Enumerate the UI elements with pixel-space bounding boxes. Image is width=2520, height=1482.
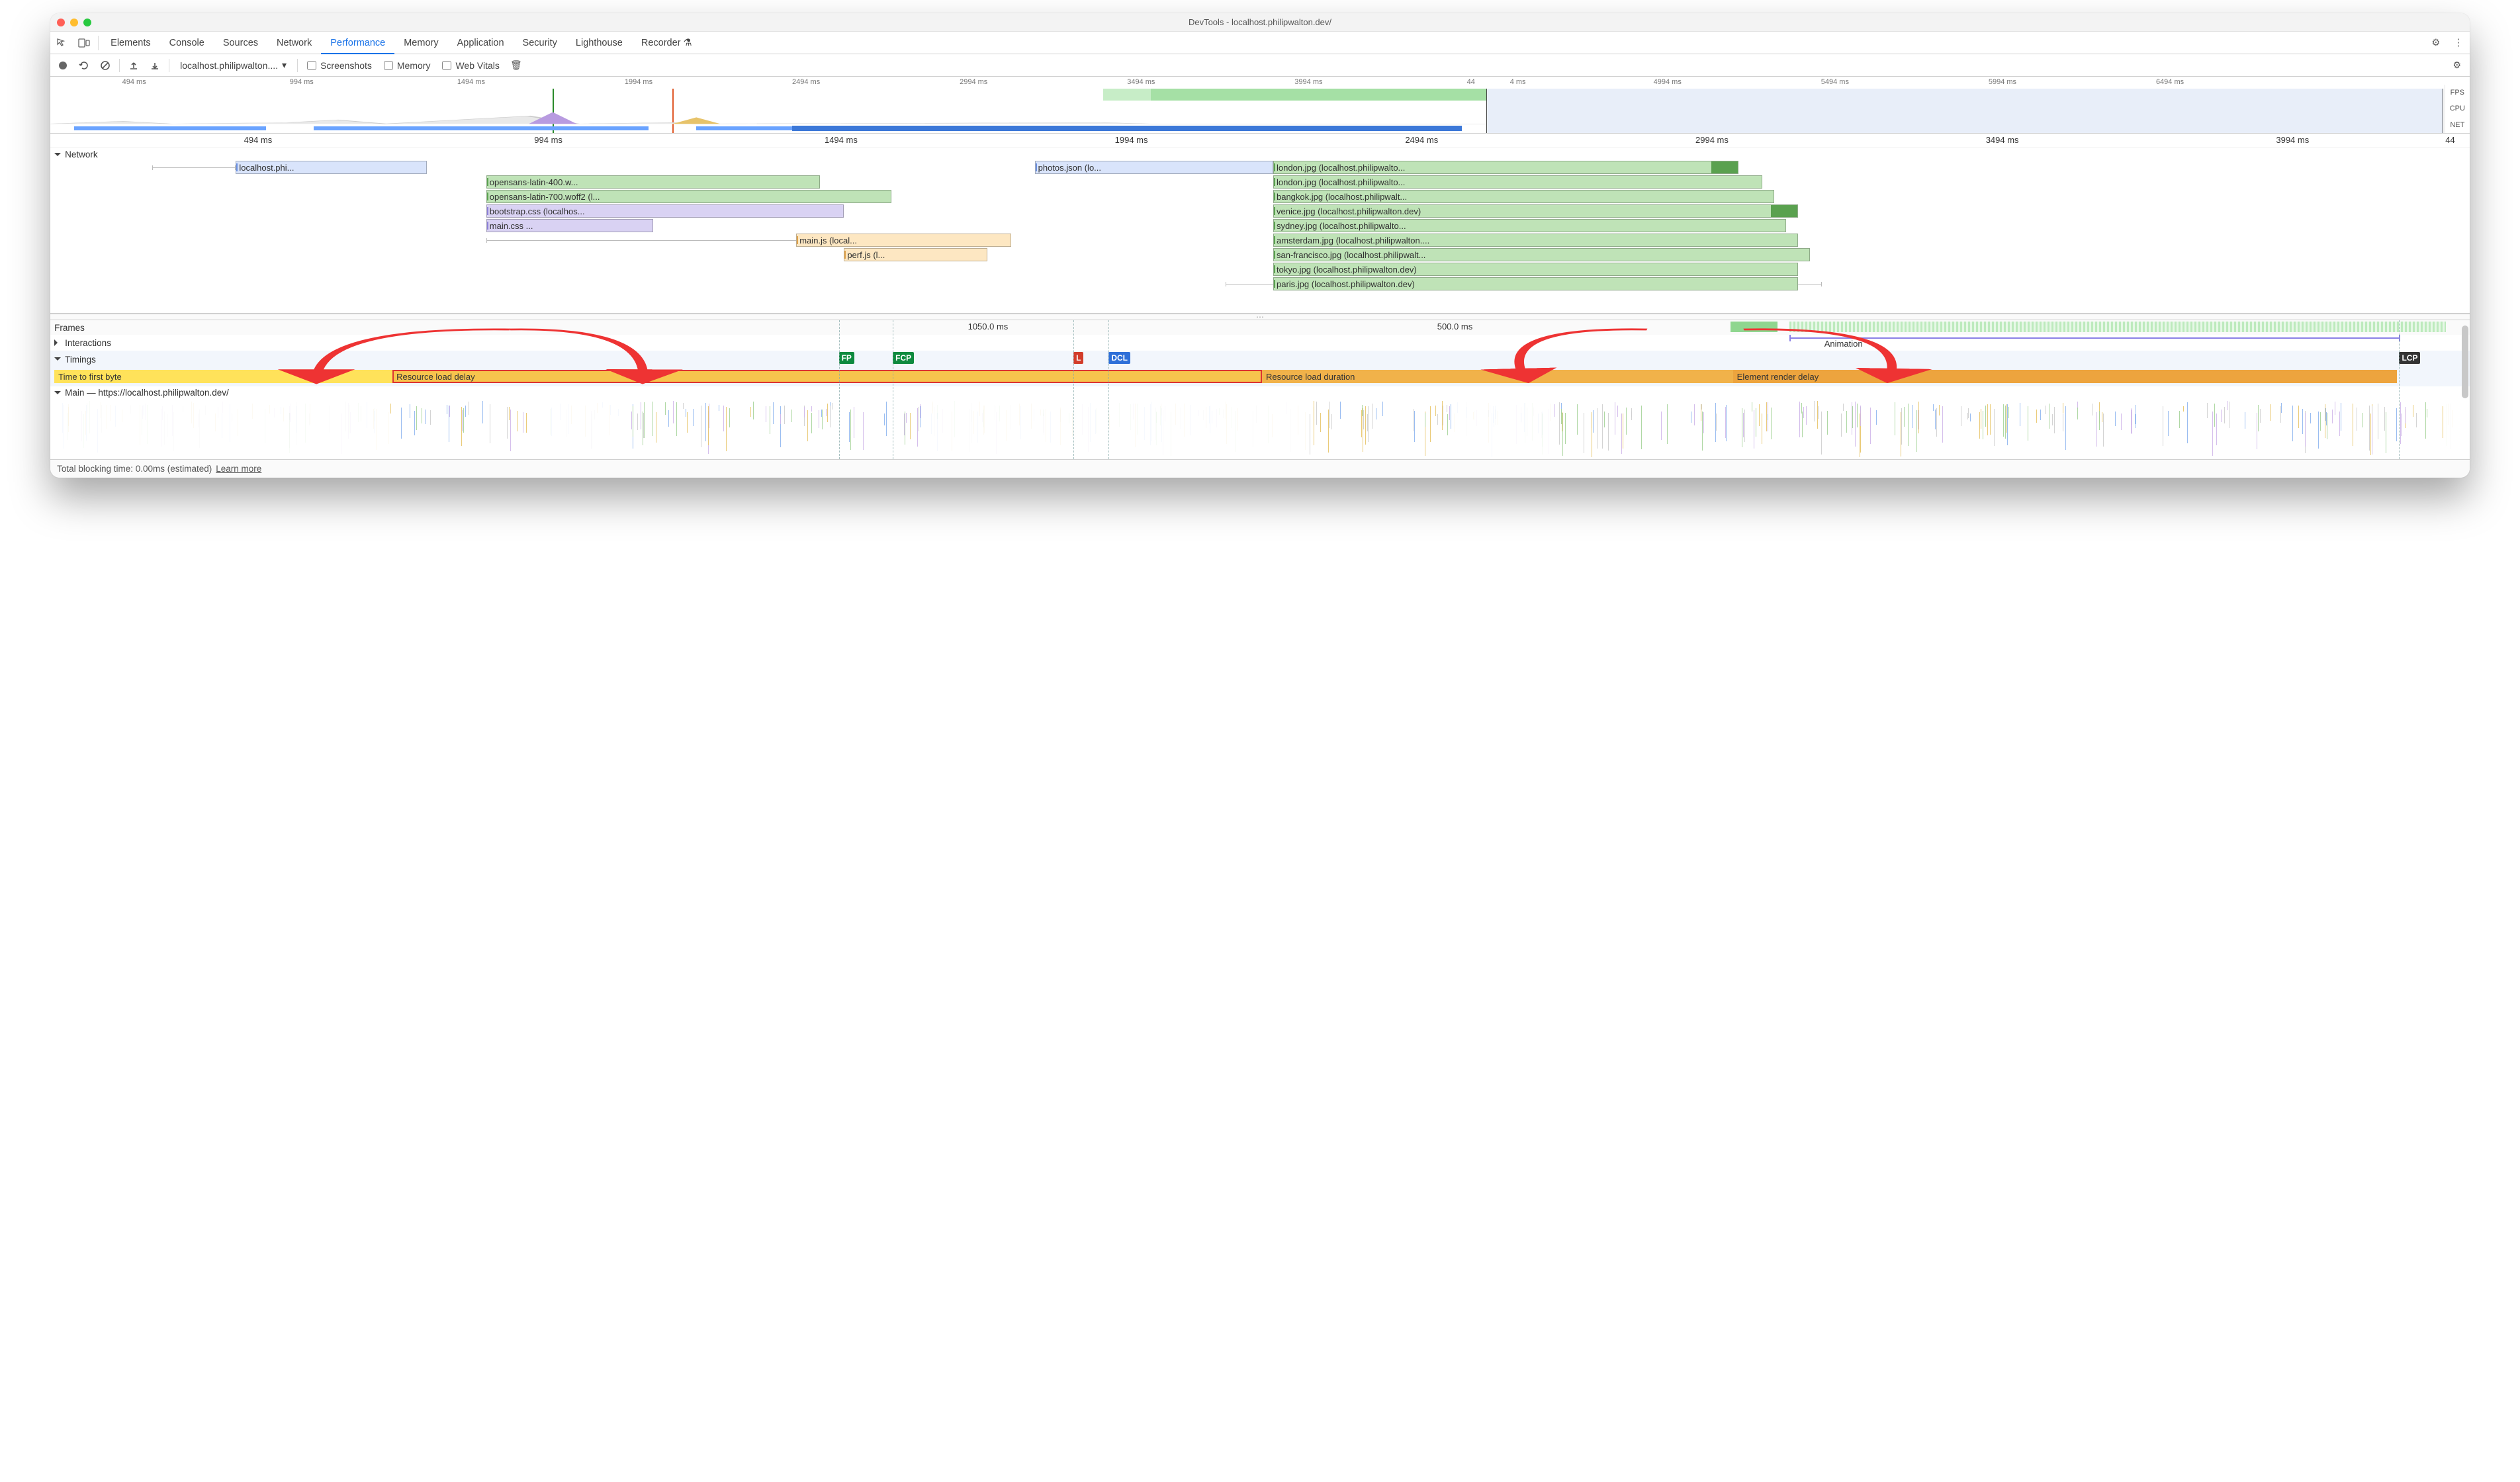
network-request[interactable]: london.jpg (localhost.philipwalto... [1273, 161, 1738, 174]
timings-track[interactable]: Timings FPFCPLDCLLCP [50, 351, 2470, 368]
tab-performance[interactable]: Performance [321, 32, 394, 54]
network-track-header[interactable]: Network [50, 148, 2470, 161]
network-request[interactable]: opensans-latin-400.w... [486, 175, 821, 189]
network-request[interactable]: main.js (local... [796, 234, 1011, 247]
checkbox-memory[interactable]: Memory [380, 60, 435, 71]
timing-marker-fcp[interactable]: FCP [893, 352, 914, 364]
timing-marker-dcl[interactable]: DCL [1108, 352, 1130, 364]
time-ruler[interactable]: 494 ms994 ms1494 ms1994 ms2494 ms2994 ms… [50, 134, 2470, 148]
network-request[interactable]: bangkok.jpg (localhost.philipwalt... [1273, 190, 1774, 203]
checkbox-screenshots[interactable]: Screenshots [303, 60, 376, 71]
timings-breakdown[interactable]: Time to first byteResource load delayRes… [50, 368, 2470, 386]
network-request[interactable]: photos.json (lo... [1035, 161, 1273, 174]
flamechart-area: Frames 1050.0 ms 500.0 ms Interactions A… [50, 320, 2470, 459]
trace-dropdown[interactable]: localhost.philipwalton.... ▾ [175, 57, 292, 74]
trash-icon[interactable]: 🗑 [508, 57, 525, 74]
record-icon[interactable] [54, 57, 71, 74]
tab-recorder[interactable]: Recorder ⚗ [632, 32, 701, 54]
network-request[interactable]: perf.js (l... [844, 248, 987, 261]
device-toggle-icon[interactable] [73, 38, 95, 48]
clear-icon[interactable] [97, 57, 114, 74]
tab-console[interactable]: Console [160, 32, 214, 54]
timing-marker-fp[interactable]: FP [839, 352, 854, 364]
more-icon[interactable]: ⋮ [2447, 38, 2470, 48]
frames-label: Frames [50, 323, 123, 333]
tab-security[interactable]: Security [514, 32, 566, 54]
titlebar: DevTools - localhost.philipwalton.dev/ [50, 13, 2470, 32]
network-waterfall[interactable]: localhost.phi... opensans-latin-400.w...o… [81, 161, 2466, 306]
network-request[interactable]: amsterdam.jpg (localhost.philipwalton...… [1273, 234, 1798, 247]
network-request[interactable]: paris.jpg (localhost.philipwalton.dev) [1273, 277, 1798, 290]
tab-memory[interactable]: Memory [394, 32, 447, 54]
reload-icon[interactable] [75, 57, 93, 74]
tab-sources[interactable]: Sources [214, 32, 267, 54]
network-request[interactable]: san-francisco.jpg (localhost.philipwalt.… [1273, 248, 1810, 261]
window-title: DevTools - localhost.philipwalton.dev/ [50, 17, 2470, 27]
lcp-segment[interactable]: Resource load delay [392, 370, 1262, 383]
overview-track-labels: FPS CPU NET [2445, 85, 2470, 133]
save-profile-icon[interactable] [146, 57, 163, 74]
chevron-down-icon: ▾ [282, 60, 287, 71]
overview-minimap[interactable]: 494 ms994 ms1494 ms1994 ms2494 ms2994 ms… [50, 77, 2470, 134]
lcp-segment[interactable]: Element render delay [1733, 370, 2398, 383]
network-request[interactable]: main.css ... [486, 219, 653, 232]
tab-elements[interactable]: Elements [101, 32, 159, 54]
inspect-icon[interactable] [50, 38, 73, 48]
learn-more-link[interactable]: Learn more [216, 464, 261, 474]
lcp-segment[interactable]: Time to first byte [54, 370, 392, 383]
scrollbar[interactable] [2462, 326, 2468, 398]
frames-track[interactable]: Frames 1050.0 ms 500.0 ms [50, 320, 2470, 335]
network-request[interactable]: sydney.jpg (localhost.philipwalto... [1273, 219, 1786, 232]
panel-settings-icon[interactable]: ⚙ [2449, 57, 2466, 74]
tab-application[interactable]: Application [448, 32, 514, 54]
pane-splitter[interactable]: ⋯ [50, 314, 2470, 320]
status-bar: Total blocking time: 0.00ms (estimated) … [50, 459, 2470, 478]
network-request[interactable]: venice.jpg (localhost.philipwalton.dev) [1273, 204, 1798, 218]
trace-dropdown-label: localhost.philipwalton.... [180, 60, 278, 71]
network-request[interactable]: london.jpg (localhost.philipwalto... [1273, 175, 1762, 189]
tab-network[interactable]: Network [267, 32, 321, 54]
perf-toolbar: localhost.philipwalton.... ▾ Screenshots… [50, 54, 2470, 77]
panel-tabs: ElementsConsoleSourcesNetworkPerformance… [50, 32, 2470, 54]
settings-icon[interactable]: ⚙ [2425, 38, 2447, 48]
network-request[interactable]: tokyo.jpg (localhost.philipwalton.dev) [1273, 263, 1798, 276]
main-track[interactable]: Main — https://localhost.philipwalton.de… [50, 386, 2470, 459]
interactions-track[interactable]: Interactions Animation [50, 335, 2470, 351]
timing-marker-lcp[interactable]: LCP [2399, 352, 2420, 364]
network-request[interactable]: localhost.phi... [236, 161, 426, 174]
network-request[interactable]: bootstrap.css (localhos... [486, 204, 844, 218]
devtools-window: DevTools - localhost.philipwalton.dev/ E… [50, 13, 2470, 478]
overview-selection[interactable] [1486, 89, 2443, 133]
lcp-segment[interactable]: Resource load duration [1262, 370, 1733, 383]
tab-lighthouse[interactable]: Lighthouse [566, 32, 632, 54]
network-track: Network localhost.phi... opensans-latin-4… [50, 148, 2470, 314]
network-request[interactable]: opensans-latin-700.woff2 (l... [486, 190, 892, 203]
checkbox-webvitals[interactable]: Web Vitals [438, 60, 503, 71]
timing-marker-l[interactable]: L [1073, 352, 1083, 364]
load-profile-icon[interactable] [125, 57, 142, 74]
